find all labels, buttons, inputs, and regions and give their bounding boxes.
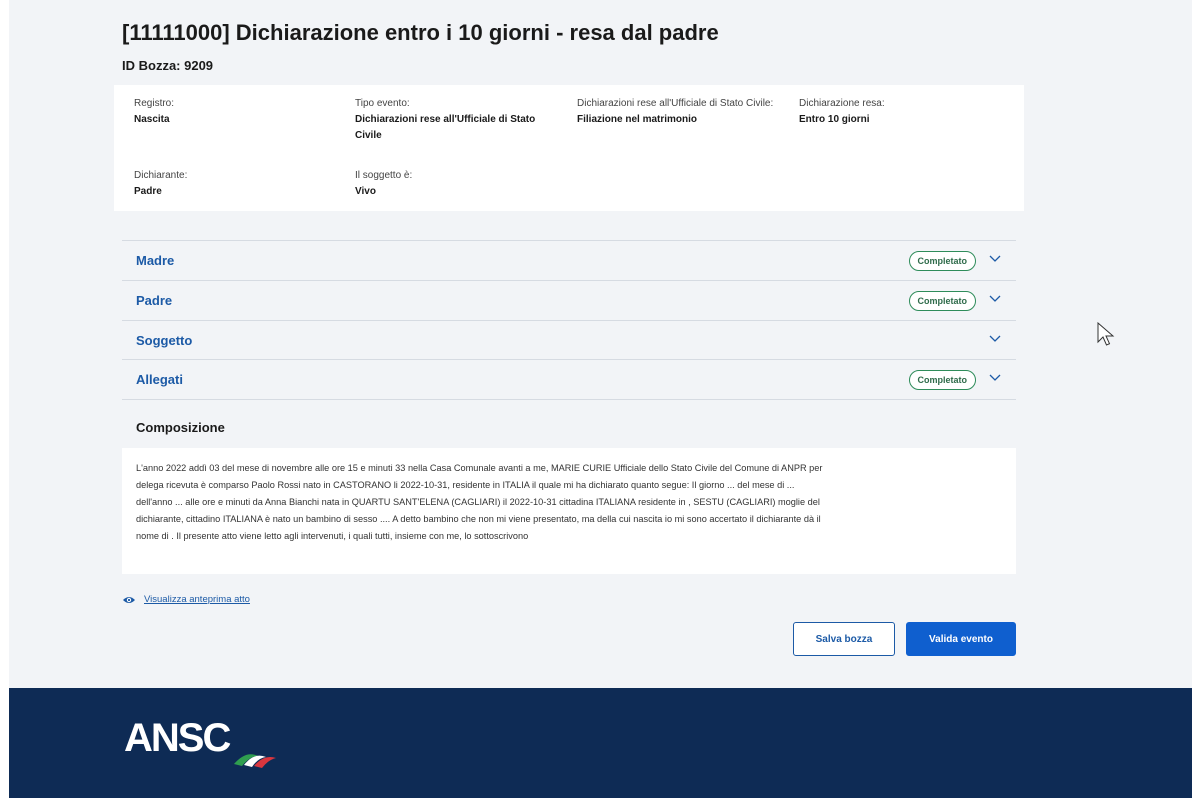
field-tipo-evento: Tipo evento: Dichiarazioni rese all'Uffi… <box>355 97 555 144</box>
field-label: Registro: <box>134 98 175 109</box>
preview-link[interactable]: Visualizza anteprima atto <box>122 594 250 605</box>
accordion-madre[interactable]: Madre Completato <box>122 240 1016 280</box>
chevron-down-icon[interactable] <box>988 373 1002 383</box>
accordion-padre[interactable]: Padre Completato <box>122 280 1016 320</box>
field-value: Padre <box>134 186 162 197</box>
mouse-pointer-icon <box>1097 322 1115 346</box>
ansc-logo: ANSC <box>124 716 276 768</box>
field-dichiarazioni: Dichiarazioni rese all'Ufficiale di Stat… <box>577 97 792 128</box>
accordion-allegati[interactable]: Allegati Completato <box>122 359 1016 400</box>
page-title: [11111000] Dichiarazione entro i 10 gior… <box>122 20 719 45</box>
composizione-text: L'anno 2022 addì 03 del mese di novembre… <box>136 463 823 541</box>
field-value: Entro 10 giorni <box>799 114 870 125</box>
status-badge: Completato <box>908 251 976 271</box>
footer: ANSC <box>9 688 1192 798</box>
composizione-title: Composizione <box>136 420 225 435</box>
field-label: Dichiarazioni rese all'Ufficiale di Stat… <box>577 98 774 109</box>
field-dichiarazione-resa: Dichiarazione resa: Entro 10 giorni <box>799 97 1004 128</box>
composizione-box: L'anno 2022 addì 03 del mese di novembre… <box>122 448 1016 574</box>
accordion-label: Padre <box>136 293 173 308</box>
italy-flag-swoosh-icon <box>234 754 276 768</box>
status-badge: Completato <box>908 291 976 311</box>
field-label: Il soggetto è: <box>355 170 413 181</box>
field-value: Nascita <box>134 114 170 125</box>
field-dichiarante: Dichiarante: Padre <box>134 169 339 200</box>
accordion-label: Allegati <box>136 372 183 387</box>
accordion-soggetto[interactable]: Soggetto <box>122 320 1016 360</box>
chevron-down-icon[interactable] <box>988 334 1002 344</box>
field-value: Filiazione nel matrimonio <box>577 114 698 125</box>
field-label: Dichiarazione resa: <box>799 98 885 109</box>
field-label: Tipo evento: <box>355 98 410 109</box>
chevron-down-icon[interactable] <box>988 294 1002 304</box>
chevron-down-icon[interactable] <box>988 254 1002 264</box>
validate-event-button[interactable]: Valida evento <box>906 622 1016 656</box>
logo-text: ANSC <box>124 716 231 760</box>
field-label: Dichiarante: <box>134 170 188 181</box>
field-value: Vivo <box>355 186 376 197</box>
draft-id: ID Bozza: 9209 <box>122 58 214 73</box>
preview-link-label[interactable]: Visualizza anteprima atto <box>144 594 250 605</box>
field-soggetto-stato: Il soggetto è: Vivo <box>355 169 560 200</box>
save-draft-button[interactable]: Salva bozza <box>793 622 895 656</box>
field-registro: Registro: Nascita <box>134 97 339 128</box>
status-badge: Completato <box>908 370 976 390</box>
eye-icon <box>123 596 135 603</box>
field-value: Dichiarazioni rese all'Ufficiale di Stat… <box>355 114 536 141</box>
accordion-label: Madre <box>136 253 175 268</box>
summary-panel: Registro: Nascita Tipo evento: Dichiaraz… <box>114 85 1024 211</box>
accordion-label: Soggetto <box>136 333 193 348</box>
